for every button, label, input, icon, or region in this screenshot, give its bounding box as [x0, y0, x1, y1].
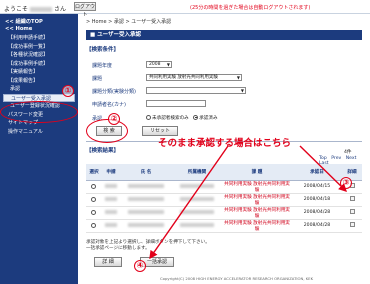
task-cell: 共同利用実験 放射光共同利用実験	[222, 180, 292, 194]
approved-radio-label: 承認済み	[199, 116, 218, 121]
col-name: 氏 名	[120, 164, 172, 181]
sidebar-home-link[interactable]: << Home	[0, 25, 78, 34]
col-institution: 所属機関	[172, 164, 222, 181]
results-heading: 【検索結果】	[86, 148, 120, 154]
pager-next[interactable]: Next	[346, 156, 357, 161]
sidebar-item-success-proc[interactable]: 【成功事例手続】	[0, 60, 78, 69]
task-label: 課題	[92, 76, 103, 82]
sidebar: << 組織のTOP << Home 【利用申請手続】 【成功事例一覧】 【各種状…	[0, 14, 78, 284]
task-select[interactable]: 共同利用実験 放射光共同利用実験	[146, 74, 242, 81]
task-cell: 共同利用実験 放射光共同利用実験	[222, 206, 292, 220]
page-title: ■ ユーザー受入承認	[86, 30, 362, 40]
redacted-cell	[105, 196, 117, 201]
annotation-message: そのまま承認する場合はこちら	[158, 138, 292, 149]
redacted-cell	[128, 183, 164, 188]
applicant-name-input[interactable]	[146, 100, 206, 107]
annotation-circle-search	[86, 119, 128, 143]
copyright: Copyright(C) 2008 HIGH ENERGY ACCELERATO…	[160, 276, 314, 281]
sidebar-item-application[interactable]: 【利用申請手続】	[0, 34, 78, 43]
annotation-number-2: ②	[108, 113, 120, 125]
sidebar-item-manual[interactable]: 操作マニュアル	[0, 128, 78, 137]
date-cell: 2008/04/15	[292, 180, 342, 194]
row-select-radio[interactable]	[91, 196, 96, 202]
year-select[interactable]: 2008	[146, 61, 172, 68]
table-row: 共同利用実験 放射光共同利用実験 2008/04/28	[86, 206, 362, 220]
detail-icon[interactable]	[349, 209, 355, 214]
redacted-cell	[128, 222, 164, 227]
redacted-cell	[180, 196, 214, 201]
row-select-radio[interactable]	[91, 209, 96, 215]
approval-radio-group: 未承認者検索のみ 承認済み	[146, 115, 218, 121]
redacted-cell	[128, 209, 164, 214]
col-select: 選択	[86, 164, 102, 181]
detail-icon[interactable]	[349, 196, 355, 201]
sidebar-top-link[interactable]: << 組織のTOP	[0, 14, 78, 25]
date-cell: 2008/04/28	[292, 219, 342, 233]
unapproved-radio-label: 未承認者検索のみ	[152, 116, 189, 121]
annotation-number-1: ①	[62, 85, 74, 97]
instruction-note: 承認対象を上記より選択し、詳細ボタンを押下して下さい。 一括承認ページに移動しま…	[86, 240, 210, 252]
search-conditions-heading: 【検索条件】	[86, 47, 120, 53]
date-cell: 2008/04/28	[292, 206, 342, 220]
row-select-radio[interactable]	[91, 183, 96, 189]
top-bar: ようこそ さん ログアウト (25分の時間を過ぎた場合は自動ログアウトされます)	[0, 0, 370, 18]
unapproved-radio[interactable]	[146, 115, 151, 120]
pager-prev[interactable]: Prev	[331, 156, 341, 161]
annotation-number-3: ③	[340, 177, 352, 189]
task-cell: 共同利用実験 放射光共同利用実験	[222, 193, 292, 207]
approved-radio[interactable]	[193, 115, 199, 120]
row-select-radio[interactable]	[91, 222, 96, 228]
year-label: 課題年度	[92, 63, 113, 69]
col-task: 課 題	[222, 164, 292, 181]
sidebar-item-success-list[interactable]: 【成功事例一覧】	[0, 43, 78, 52]
redacted-cell	[180, 183, 214, 188]
result-count: 4件	[344, 150, 352, 155]
sidebar-item-status[interactable]: 【各種状況確認】	[0, 51, 78, 60]
table-header-row: 選択 申請 氏 名 所属機関 課 題 承認日 詳細	[86, 164, 362, 181]
table-row: 共同利用実験 放射光共同利用実験 2008/04/15	[86, 180, 362, 194]
logout-button[interactable]: ログアウト	[74, 2, 96, 18]
applicant-name-label: 申請者名(カナ)	[92, 102, 126, 108]
detail-button[interactable]: 詳 細	[94, 257, 122, 267]
sidebar-item-results[interactable]: 【実績報告】	[0, 68, 78, 77]
welcome-text: ようこそ さん	[4, 6, 67, 13]
instruction-line-2: 一括承認ページに移動します。	[86, 246, 150, 251]
annotation-circle-sidebar	[0, 101, 78, 123]
category-select[interactable]	[146, 87, 246, 94]
results-table: 選択 申請 氏 名 所属機関 課 題 承認日 詳細 共同利用実験 放射光共同利用…	[86, 164, 362, 233]
category-label: 課題分類(実験分類)	[92, 89, 136, 95]
redacted-cell	[105, 222, 117, 227]
date-cell: 2008/04/18	[292, 193, 342, 207]
annotation-number-4: ④	[134, 260, 146, 272]
col-approval-date: 承認日	[292, 164, 342, 181]
breadcrumb: > Home > 承認 > ユーザー受入承認	[86, 19, 172, 25]
table-row: 共同利用実験 放射光共同利用実験 2008/04/28	[86, 219, 362, 233]
redacted-cell	[180, 222, 214, 227]
redacted-cell	[105, 183, 117, 188]
redacted-cell	[180, 209, 214, 214]
redacted-cell	[105, 209, 117, 214]
sidebar-item-outcome[interactable]: 【成果報告】	[0, 77, 78, 86]
table-row: 共同利用実験 放射光共同利用実験 2008/04/18	[86, 193, 362, 207]
detail-icon[interactable]	[349, 222, 355, 227]
session-notice: (25分の時間を過ぎた場合は自動ログアウトされます)	[190, 5, 311, 11]
redacted-cell	[128, 196, 164, 201]
task-cell: 共同利用実験 放射光共同利用実験	[222, 219, 292, 233]
col-apply: 申請	[102, 164, 120, 181]
